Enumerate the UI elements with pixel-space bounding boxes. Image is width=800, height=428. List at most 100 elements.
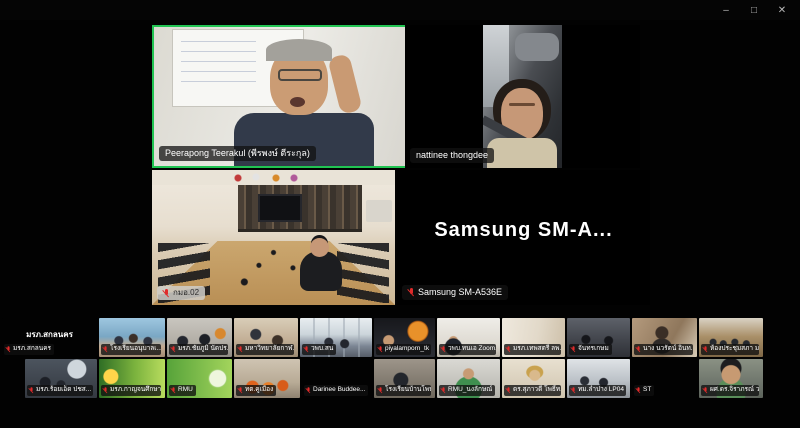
portrait-video-tile[interactable]: nattinee thongdee: [405, 25, 640, 168]
participant-name-text: โรงเรียนบ้านโพน...: [385, 386, 431, 395]
printer: [366, 200, 392, 222]
participant-name-text: piyalamporn_tk: [385, 345, 429, 354]
speaker-glasses: [278, 69, 322, 81]
participant-name-text: ดร.สุภาวดี โพธิ์ท...: [513, 386, 561, 395]
titlebar: – □ ✕: [0, 0, 800, 20]
conference-room-tile[interactable]: กมอ.02: [152, 170, 395, 305]
participant-name-text: วพบ.สน: [311, 345, 333, 354]
participant-tile[interactable]: RMU: [167, 359, 232, 398]
gallery-row-2: มรภ.ร้อยเอ็ด ปชส... มรภ.กาญจนศึกษา... RMU ท…: [25, 359, 763, 398]
participant-name-label: Samsung SM-A536E: [402, 285, 508, 300]
participant-name-text: ทต.คูเมือง: [245, 386, 273, 395]
muted-mic-icon: [306, 387, 311, 393]
muted-mic-icon: [703, 387, 708, 393]
muted-mic-icon: [103, 346, 108, 352]
participant-tile[interactable]: นาง นวรัตน์ อินท...: [632, 318, 697, 357]
minimize-icon[interactable]: –: [712, 0, 740, 20]
participant-name-text: Samsung SM-A536E: [418, 287, 502, 298]
participant-name-text: ห้องประชุมสภา มร...: [710, 345, 759, 354]
participant-name-label: ผศ.ดร.จิราภรณ์ ว...: [701, 385, 759, 396]
muted-mic-icon: [571, 346, 576, 352]
participant-name-text: กมอ.02: [173, 288, 199, 298]
active-speaker-tile[interactable]: Peerapong Teerakul (พีรพงษ์ ตีระกุล): [152, 25, 408, 168]
participant-tile[interactable]: ผศ.ดร.จิราภรณ์ ว...: [699, 359, 763, 398]
muted-mic-icon: [171, 387, 176, 393]
participant-name-label: ST: [634, 385, 654, 396]
muted-mic-icon: [29, 387, 34, 393]
muted-mic-icon: [304, 346, 309, 352]
close-icon[interactable]: ✕: [768, 0, 796, 20]
participant-tile[interactable]: วพบ.สน: [300, 318, 372, 357]
chairs-right: [337, 243, 389, 303]
participant-name-text: จันทรเกษม: [578, 345, 609, 354]
maximize-icon[interactable]: □: [740, 0, 768, 20]
speaker-hair: [266, 39, 332, 61]
participant-name-text: Darinee Buddee...: [313, 386, 365, 395]
participant-name-label: มรภ.กาญจนศึกษา...: [101, 385, 161, 396]
participant-name-text: มรภ.สกลนคร: [13, 345, 51, 354]
participant-name-label: มรภ.ร้อยเอ็ด ปชส...: [27, 385, 93, 396]
seated-person-head: [310, 238, 329, 257]
participant-name-text: Peerapong Teerakul (พีรพงษ์ ตีระกุล): [165, 148, 310, 159]
participant-name-label: Darinee Buddee...: [304, 385, 368, 396]
participant-tile[interactable]: piyalamporn_tk: [374, 318, 435, 357]
participant-tile[interactable]: มรภ.กาญจนศึกษา...: [99, 359, 165, 398]
participant-name-label: ห้องประชุมสภา มร...: [701, 344, 759, 355]
participant-name-label: โรงเรียนอนุบาลเ...: [101, 344, 161, 355]
participant-tile[interactable]: จันทรเกษม: [567, 318, 630, 357]
muted-mic-icon: [571, 387, 576, 393]
participant-name-text: มหาวิทยาลัยกาฬ...: [245, 345, 294, 354]
participant-tile[interactable]: มรภ.สกลนครมรภ.สกลนคร: [2, 318, 97, 357]
participant-tile[interactable]: ดร.สุภาวดี โพธิ์ท...: [502, 359, 565, 398]
participant-tile[interactable]: RMU_นงลักษณ์: [437, 359, 500, 398]
car-headrest: [515, 33, 559, 61]
zoom-meeting-window: – □ ✕ Peerapong Teerakul (พีรพงษ์ ตีระกุ…: [0, 0, 800, 428]
participant-name-text: มรภ.ร้อยเอ็ด ปชส...: [36, 386, 91, 395]
participant-name-text: มรภ.เทพสตรี ลพ...: [513, 345, 561, 354]
participant-name-text: มรภ.กาญจนศึกษา...: [110, 386, 161, 395]
participant-name-label: nattinee thongdee: [410, 148, 494, 163]
participant-tile[interactable]: มหาวิทยาลัยกาฬ...: [234, 318, 298, 357]
device-participant-tile[interactable]: Samsung SM-A... Samsung SM-A536E: [397, 170, 650, 305]
muted-mic-icon: [238, 387, 243, 393]
participant-name-label: วพบ.ทนเอ Zoom...: [439, 344, 496, 355]
participant-tile[interactable]: ทม.ลำปาง LP04: [567, 359, 630, 398]
figurine-shelf: [152, 170, 395, 185]
participant-tile[interactable]: มรภ.ร้อยเอ็ด ปชส...: [25, 359, 97, 398]
participant-tile[interactable]: วพบ.ทนเอ Zoom...: [437, 318, 500, 357]
participant-name-text: RMU: [178, 386, 193, 395]
muted-mic-icon: [636, 346, 641, 352]
participant-name-label: จันทรเกษม: [569, 344, 612, 355]
muted-mic-icon: [171, 346, 176, 352]
participant-tile[interactable]: Darinee Buddee...: [302, 359, 372, 398]
muted-mic-icon: [636, 387, 641, 393]
participant-tile[interactable]: ST: [632, 359, 697, 398]
participant-tile[interactable]: มรภ.ชัยภูมิ นัดปร...: [167, 318, 232, 357]
participant-tile[interactable]: ห้องประชุมสภา มร...: [699, 318, 763, 357]
participant-tile[interactable]: มรภ.เทพสตรี ลพ...: [502, 318, 565, 357]
seated-person: [300, 251, 342, 291]
participant-tile[interactable]: โรงเรียนอนุบาลเ...: [99, 318, 165, 357]
muted-mic-icon: [378, 387, 383, 393]
participant-name-label: นาง นวรัตน์ อินท...: [634, 344, 693, 355]
woman-brow: [509, 103, 535, 106]
participant-tile[interactable]: ทต.คูเมือง: [234, 359, 300, 398]
participant-tile[interactable]: โรงเรียนบ้านโพน...: [374, 359, 435, 398]
participant-display-name: Samsung SM-A...: [397, 219, 650, 242]
muted-mic-icon: [506, 346, 511, 352]
participant-name-text: มรภ.ชัยภูมิ นัดปร...: [178, 345, 228, 354]
participant-name-label: มหาวิทยาลัยกาฬ...: [236, 344, 294, 355]
participant-name-label: RMU: [169, 385, 196, 396]
participant-name-text: ST: [643, 386, 651, 395]
muted-mic-icon: [703, 346, 708, 352]
muted-mic-icon: [441, 387, 446, 393]
participant-name-text: nattinee thongdee: [416, 150, 488, 161]
participant-name-label: มรภ.ชัยภูมิ นัดปร...: [169, 344, 228, 355]
muted-mic-icon: [378, 346, 383, 352]
participant-name-label: ทม.ลำปาง LP04: [569, 385, 626, 396]
car-interior-video: [483, 25, 562, 168]
muted-mic-icon: [441, 346, 446, 352]
muted-mic-icon: [238, 346, 243, 352]
participant-name-label: piyalamporn_tk: [376, 344, 431, 355]
participant-name-label: กมอ.02: [157, 286, 205, 300]
